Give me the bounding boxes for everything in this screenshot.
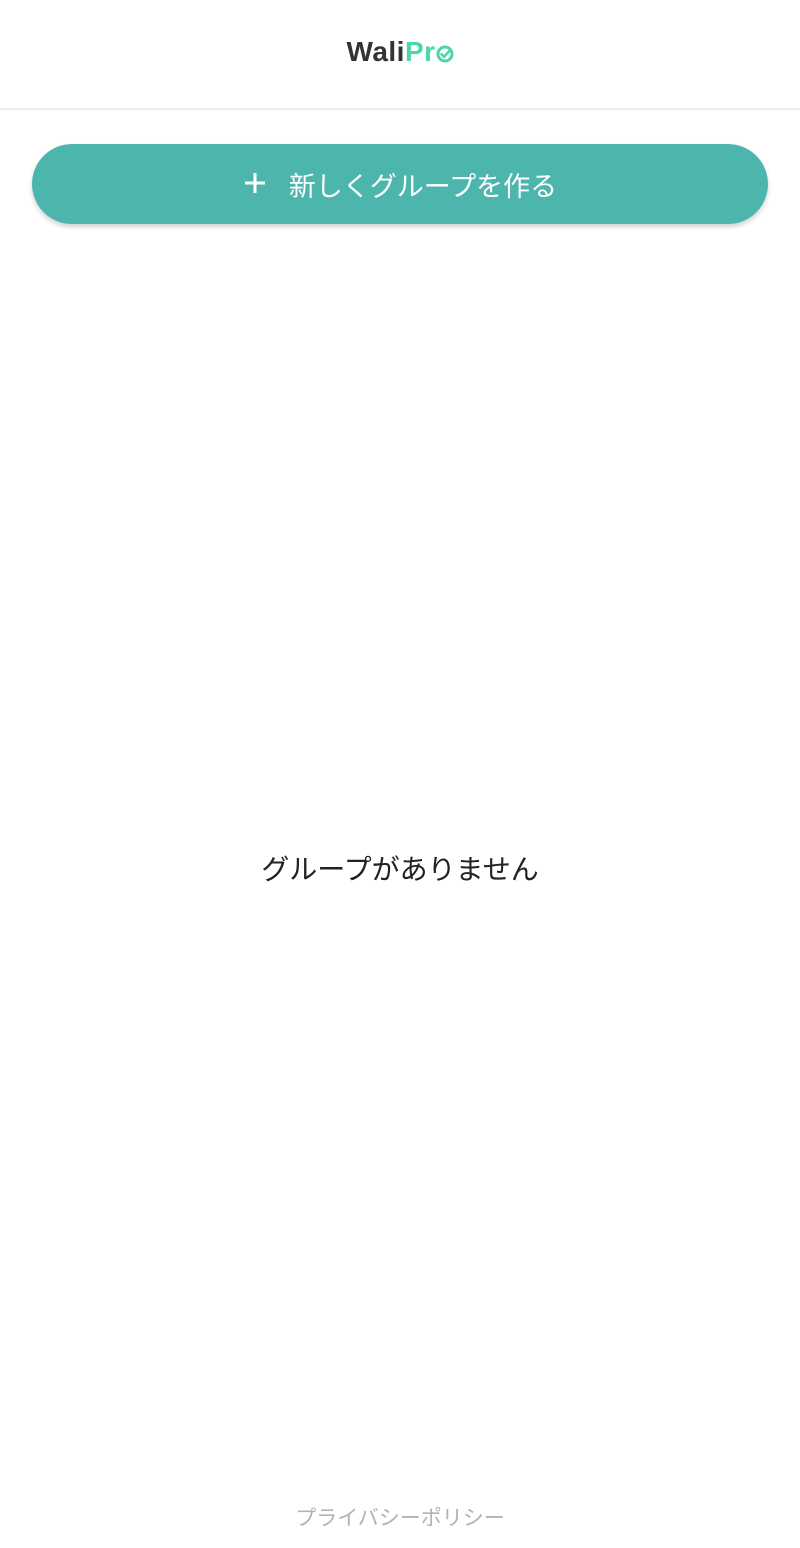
create-group-button[interactable]: 新しくグループを作る	[32, 144, 768, 224]
logo-text-pro: Pr	[404, 36, 436, 67]
privacy-policy-link[interactable]: プライバシーポリシー	[0, 1502, 800, 1532]
app-header: Wali Pr	[0, 0, 800, 110]
walipro-logo: Wali Pr	[346, 36, 454, 68]
empty-groups-message: グループがありません	[261, 853, 539, 886]
check-circle-icon	[436, 45, 454, 63]
create-group-button-label: 新しくグループを作る	[288, 171, 558, 203]
plus-icon	[244, 173, 265, 193]
logo-text-wali: Wali	[346, 36, 405, 67]
